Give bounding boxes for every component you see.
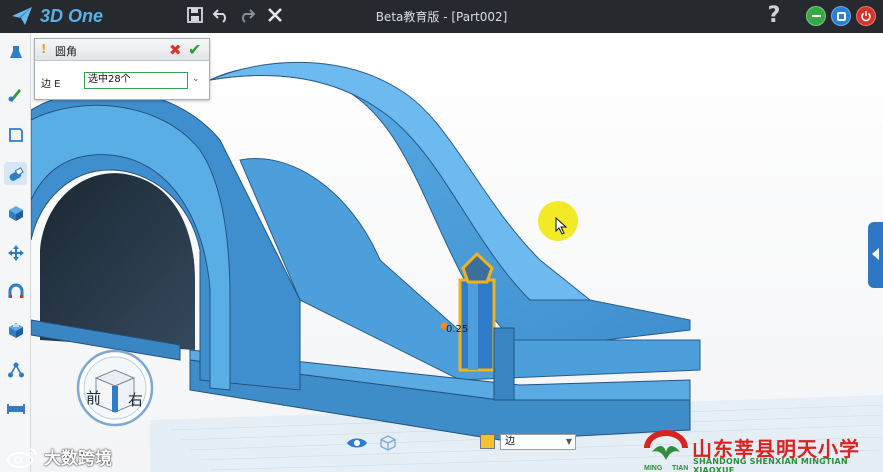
chevron-down-icon[interactable]: ⌄ bbox=[192, 74, 200, 84]
weibo-watermark-text: 大数跨境 bbox=[44, 449, 112, 469]
window-title: Beta教育版 - [Part002] bbox=[375, 10, 508, 24]
weibo-watermark: 大数跨境 bbox=[6, 444, 112, 469]
fillet-panel-header: ! 圆角 ✖ ✔ bbox=[35, 39, 209, 61]
chevron-down-icon: ▼ bbox=[565, 437, 572, 446]
fillet-panel: ! 圆角 ✖ ✔ 边 E 选中28个 ⌄ bbox=[34, 38, 210, 100]
window-close-button[interactable] bbox=[856, 6, 876, 26]
fillet-panel-title: 圆角 bbox=[55, 45, 77, 58]
edge-field-label: 边 E bbox=[41, 79, 61, 90]
view-cube-front-label[interactable]: 前 bbox=[86, 387, 101, 408]
restore-icon bbox=[832, 7, 850, 25]
eye-icon[interactable] bbox=[346, 436, 368, 450]
school-logo-caption-right: TIAN bbox=[672, 465, 688, 472]
primitive-shape-icon[interactable] bbox=[4, 41, 27, 64]
side-panel-toggle[interactable] bbox=[868, 222, 883, 288]
view-cube-right-label[interactable]: 右 bbox=[128, 389, 143, 410]
school-name-en: SHANDONG SHENXIAN MINGTIAN XIAOXUE bbox=[693, 457, 848, 472]
basic-edit-icon[interactable] bbox=[4, 241, 27, 264]
selection-filter-value: 边 bbox=[505, 436, 515, 447]
mouse-cursor-icon bbox=[555, 217, 568, 235]
measure-icon[interactable] bbox=[4, 318, 27, 341]
restore-button[interactable] bbox=[831, 6, 851, 26]
minimize-icon bbox=[807, 7, 825, 25]
selection-filter-select[interactable]: 边 ▼ bbox=[500, 434, 576, 450]
sketch-icon[interactable] bbox=[4, 82, 27, 105]
tunnel-opening bbox=[40, 173, 195, 350]
confirm-button[interactable]: ✔ bbox=[188, 40, 201, 59]
edge-selection-field[interactable]: 选中28个 bbox=[84, 72, 188, 89]
dimension-label: 0.25 bbox=[446, 324, 469, 335]
minimize-button[interactable] bbox=[806, 6, 826, 26]
school-logo-caption-left: MING bbox=[644, 465, 663, 472]
filter-icon[interactable] bbox=[480, 434, 495, 449]
title-bar: 3D One Beta教育版 - [Part002] ? bbox=[0, 0, 883, 33]
power-icon bbox=[857, 7, 875, 25]
weibo-logo-icon bbox=[7, 447, 37, 468]
feature-icon[interactable] bbox=[4, 162, 27, 185]
special-function-icon[interactable] bbox=[4, 201, 27, 224]
combine-icon[interactable] bbox=[4, 279, 27, 302]
chevron-left-icon bbox=[872, 248, 879, 260]
warning-icon: ! bbox=[41, 42, 47, 56]
cancel-button[interactable]: ✖ bbox=[169, 41, 182, 59]
array-icon[interactable] bbox=[4, 358, 27, 381]
distance-icon[interactable] bbox=[4, 397, 27, 420]
school-logo-icon: MING TIAN bbox=[644, 430, 688, 472]
help-button[interactable]: ? bbox=[763, 2, 785, 30]
cube-outline-icon[interactable] bbox=[380, 435, 396, 451]
sketch-edit-icon[interactable] bbox=[4, 123, 27, 146]
left-toolbar bbox=[0, 33, 31, 472]
